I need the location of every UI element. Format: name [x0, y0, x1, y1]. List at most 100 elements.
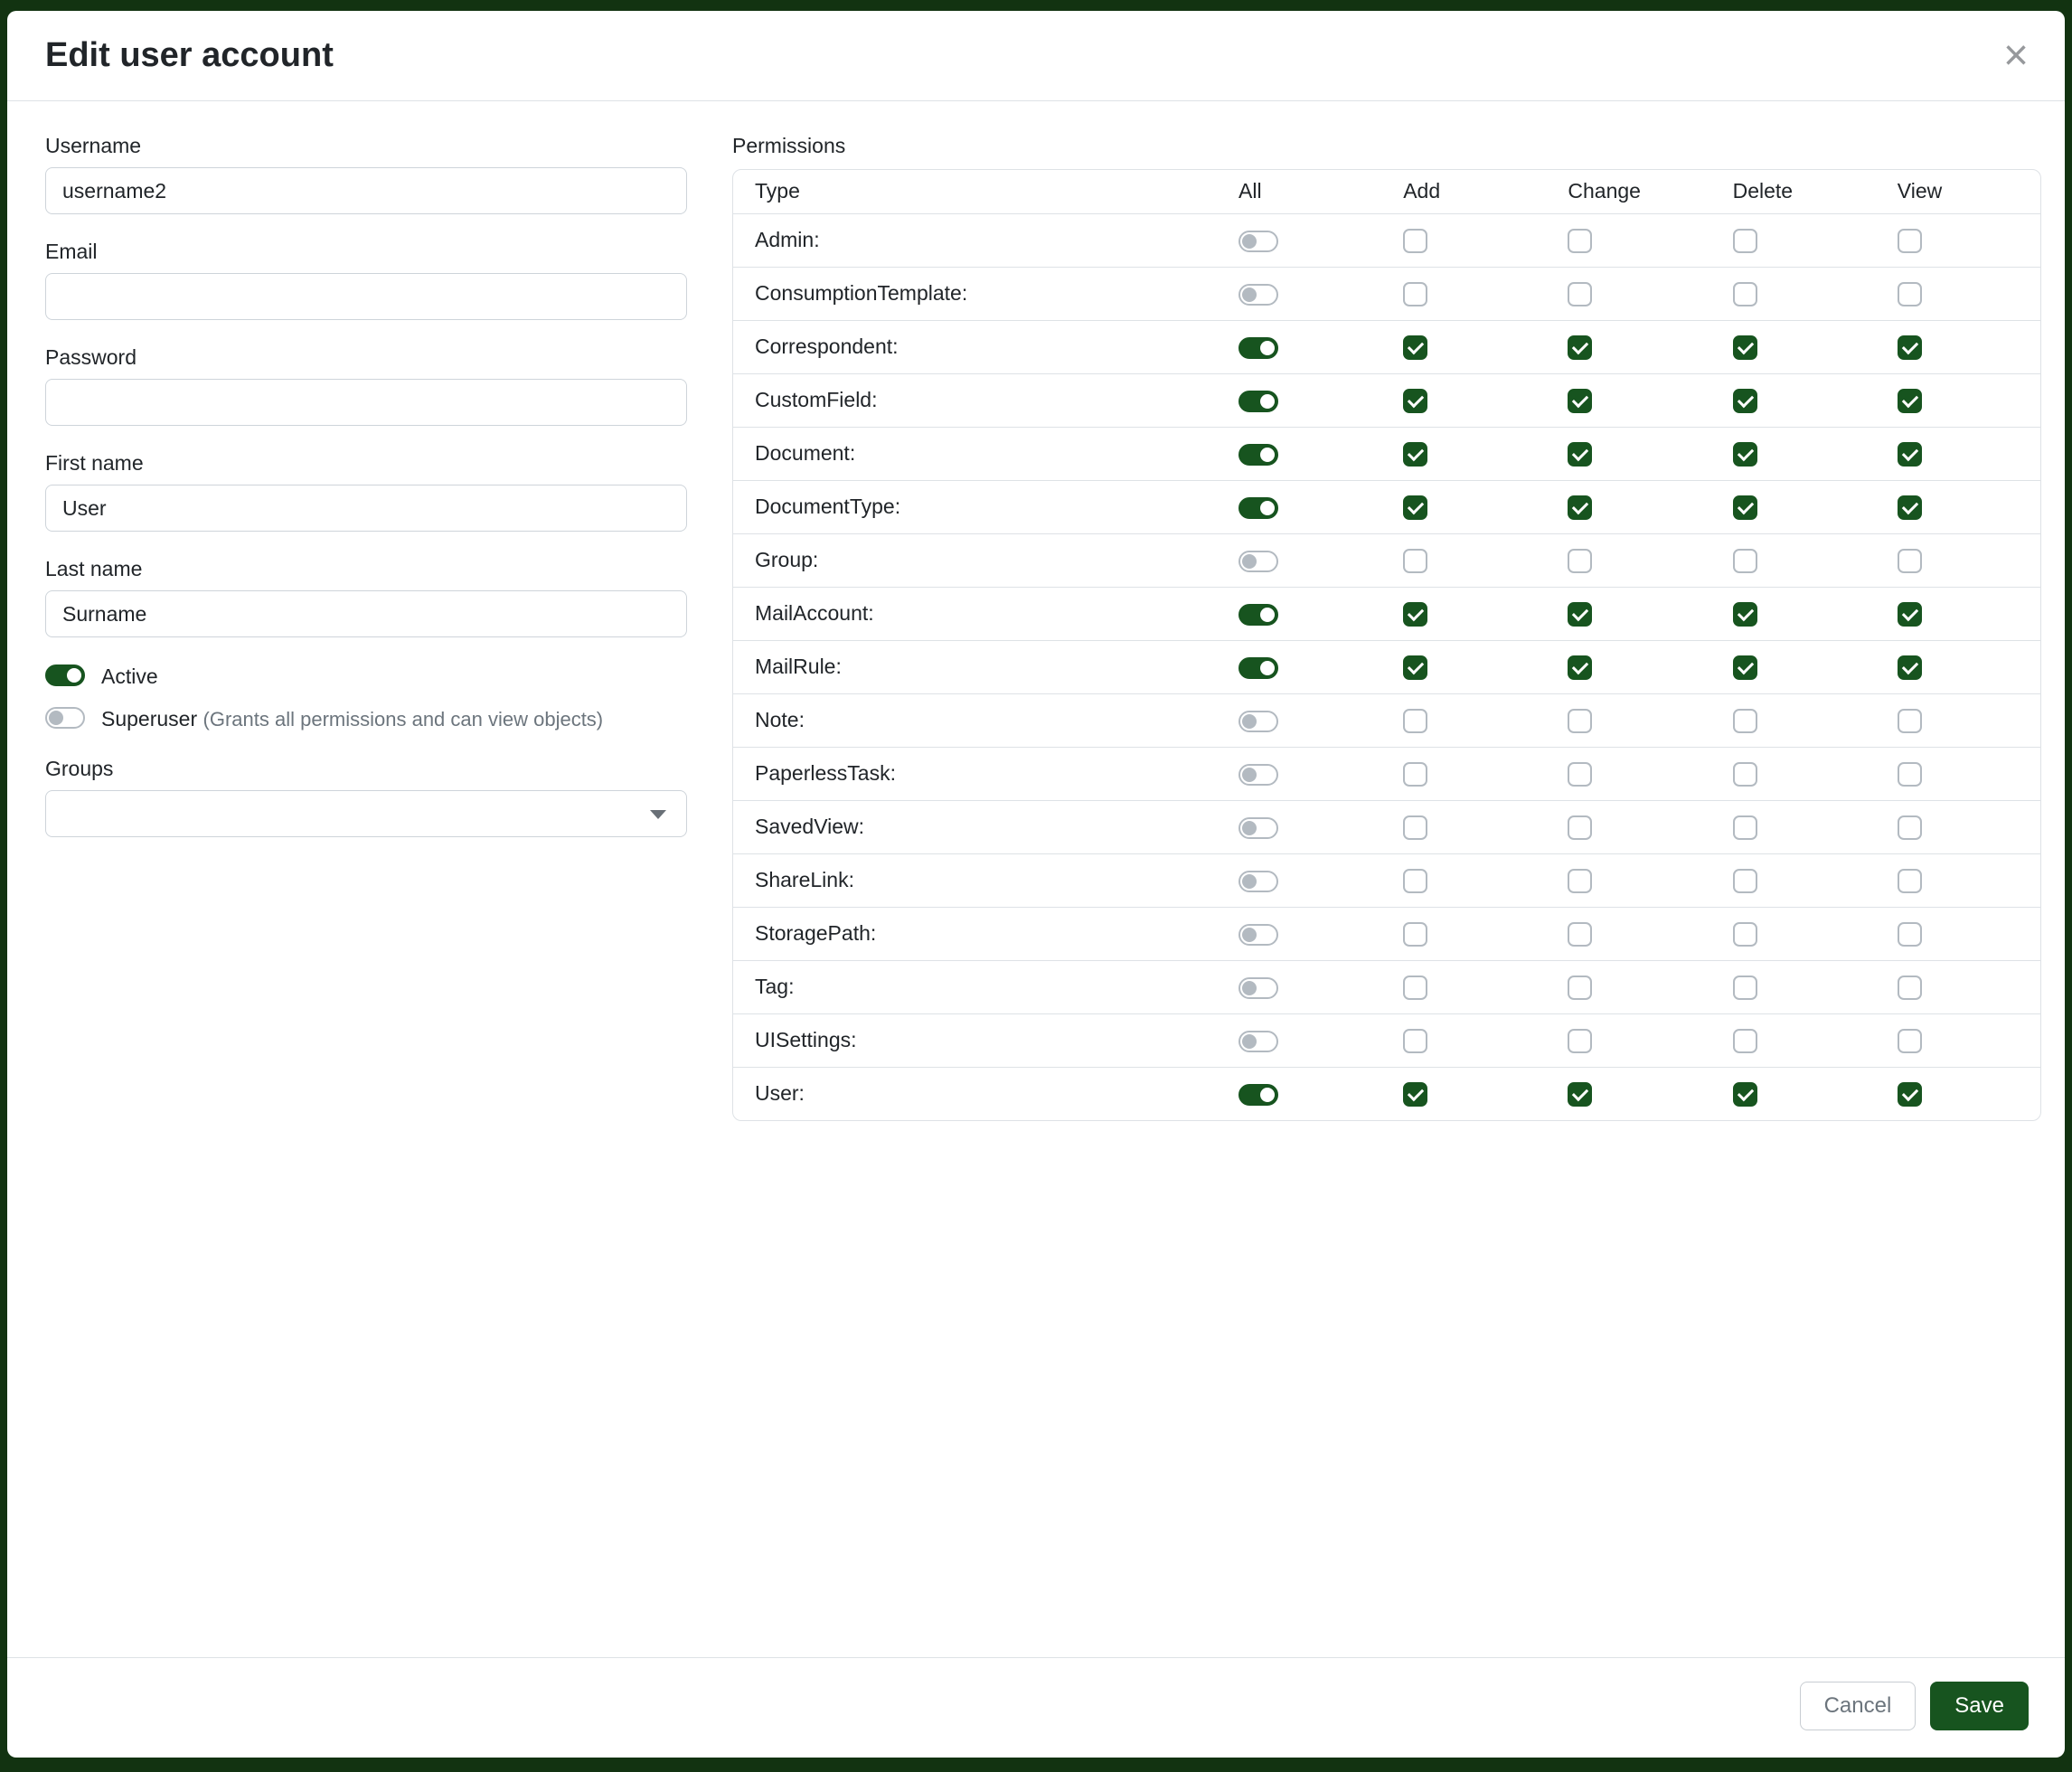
column-header-view: View [1876, 170, 2040, 213]
permission-delete-checkbox[interactable] [1733, 1029, 1757, 1053]
cancel-button[interactable]: Cancel [1800, 1682, 1917, 1730]
permission-change-checkbox[interactable] [1568, 549, 1592, 573]
username-input[interactable] [45, 167, 687, 214]
permission-delete-checkbox[interactable] [1733, 549, 1757, 573]
permission-change-checkbox[interactable] [1568, 976, 1592, 1000]
permission-all-toggle[interactable] [1238, 337, 1278, 359]
permission-view-checkbox[interactable] [1898, 442, 1922, 467]
close-icon[interactable]: × [2003, 34, 2029, 78]
permission-change-checkbox[interactable] [1568, 1082, 1592, 1107]
permission-add-checkbox[interactable] [1403, 1029, 1427, 1053]
permission-change-checkbox[interactable] [1568, 655, 1592, 680]
permission-add-checkbox[interactable] [1403, 495, 1427, 520]
email-input[interactable] [45, 273, 687, 320]
permission-view-checkbox[interactable] [1898, 655, 1922, 680]
permission-delete-checkbox[interactable] [1733, 655, 1757, 680]
permission-view-checkbox[interactable] [1898, 495, 1922, 520]
permission-view-checkbox[interactable] [1898, 709, 1922, 733]
permission-delete-checkbox[interactable] [1733, 389, 1757, 413]
permission-view-checkbox[interactable] [1898, 335, 1922, 360]
permission-delete-checkbox[interactable] [1733, 495, 1757, 520]
permission-add-checkbox[interactable] [1403, 815, 1427, 840]
permission-view-checkbox[interactable] [1898, 1082, 1922, 1107]
permission-all-toggle[interactable] [1238, 444, 1278, 466]
permission-all-toggle[interactable] [1238, 1084, 1278, 1106]
permission-change-checkbox[interactable] [1568, 442, 1592, 467]
permission-add-checkbox[interactable] [1403, 709, 1427, 733]
permission-all-toggle[interactable] [1238, 764, 1278, 786]
permission-change-checkbox[interactable] [1568, 335, 1592, 360]
permission-delete-checkbox[interactable] [1733, 709, 1757, 733]
active-toggle[interactable] [45, 664, 85, 686]
permission-type-label: SavedView: [733, 800, 1217, 853]
permission-add-checkbox[interactable] [1403, 389, 1427, 413]
permission-view-checkbox[interactable] [1898, 1029, 1922, 1053]
permission-all-toggle[interactable] [1238, 284, 1278, 306]
permission-change-checkbox[interactable] [1568, 389, 1592, 413]
permission-delete-checkbox[interactable] [1733, 815, 1757, 840]
permission-change-checkbox[interactable] [1568, 709, 1592, 733]
permission-add-checkbox[interactable] [1403, 442, 1427, 467]
permission-all-toggle[interactable] [1238, 391, 1278, 412]
permission-all-toggle[interactable] [1238, 604, 1278, 626]
permission-all-toggle[interactable] [1238, 231, 1278, 252]
permission-add-checkbox[interactable] [1403, 976, 1427, 1000]
first-name-input[interactable] [45, 485, 687, 532]
permission-delete-checkbox[interactable] [1733, 442, 1757, 467]
permission-delete-checkbox[interactable] [1733, 922, 1757, 947]
groups-select[interactable] [45, 790, 687, 837]
permission-add-checkbox[interactable] [1403, 229, 1427, 253]
permission-view-checkbox[interactable] [1898, 869, 1922, 893]
permission-view-checkbox[interactable] [1898, 762, 1922, 787]
permission-all-toggle[interactable] [1238, 817, 1278, 839]
permission-change-checkbox[interactable] [1568, 1029, 1592, 1053]
permission-all-toggle[interactable] [1238, 1031, 1278, 1052]
permission-all-toggle[interactable] [1238, 871, 1278, 892]
permission-delete-checkbox[interactable] [1733, 229, 1757, 253]
permission-add-checkbox[interactable] [1403, 549, 1427, 573]
permission-change-checkbox[interactable] [1568, 762, 1592, 787]
permission-add-checkbox[interactable] [1403, 655, 1427, 680]
permission-change-checkbox[interactable] [1568, 922, 1592, 947]
save-button[interactable]: Save [1930, 1682, 2029, 1730]
permission-view-checkbox[interactable] [1898, 976, 1922, 1000]
permission-all-toggle[interactable] [1238, 977, 1278, 999]
permission-add-checkbox[interactable] [1403, 1082, 1427, 1107]
permission-delete-checkbox[interactable] [1733, 602, 1757, 627]
permission-view-checkbox[interactable] [1898, 602, 1922, 627]
permission-change-checkbox[interactable] [1568, 815, 1592, 840]
permission-delete-checkbox[interactable] [1733, 869, 1757, 893]
superuser-toggle[interactable] [45, 707, 85, 729]
permission-add-checkbox[interactable] [1403, 602, 1427, 627]
permission-add-checkbox[interactable] [1403, 282, 1427, 306]
permission-delete-checkbox[interactable] [1733, 762, 1757, 787]
permission-view-checkbox[interactable] [1898, 389, 1922, 413]
permission-change-checkbox[interactable] [1568, 495, 1592, 520]
permission-change-checkbox[interactable] [1568, 282, 1592, 306]
permission-all-toggle[interactable] [1238, 711, 1278, 732]
permission-delete-checkbox[interactable] [1733, 335, 1757, 360]
permission-row: UISettings: [733, 1013, 2040, 1067]
permission-add-checkbox[interactable] [1403, 922, 1427, 947]
permission-add-checkbox[interactable] [1403, 762, 1427, 787]
permission-change-checkbox[interactable] [1568, 869, 1592, 893]
permission-delete-checkbox[interactable] [1733, 1082, 1757, 1107]
permission-view-checkbox[interactable] [1898, 815, 1922, 840]
permission-add-checkbox[interactable] [1403, 335, 1427, 360]
permission-add-checkbox[interactable] [1403, 869, 1427, 893]
last-name-input[interactable] [45, 590, 687, 637]
permission-delete-checkbox[interactable] [1733, 282, 1757, 306]
permission-view-checkbox[interactable] [1898, 282, 1922, 306]
permission-change-checkbox[interactable] [1568, 602, 1592, 627]
password-input[interactable] [45, 379, 687, 426]
permission-all-toggle[interactable] [1238, 924, 1278, 946]
permission-type-label: CustomField: [733, 373, 1217, 427]
permission-all-toggle[interactable] [1238, 497, 1278, 519]
permission-view-checkbox[interactable] [1898, 549, 1922, 573]
permission-all-toggle[interactable] [1238, 657, 1278, 679]
permission-view-checkbox[interactable] [1898, 922, 1922, 947]
permission-view-checkbox[interactable] [1898, 229, 1922, 253]
permission-delete-checkbox[interactable] [1733, 976, 1757, 1000]
permission-all-toggle[interactable] [1238, 551, 1278, 572]
permission-change-checkbox[interactable] [1568, 229, 1592, 253]
